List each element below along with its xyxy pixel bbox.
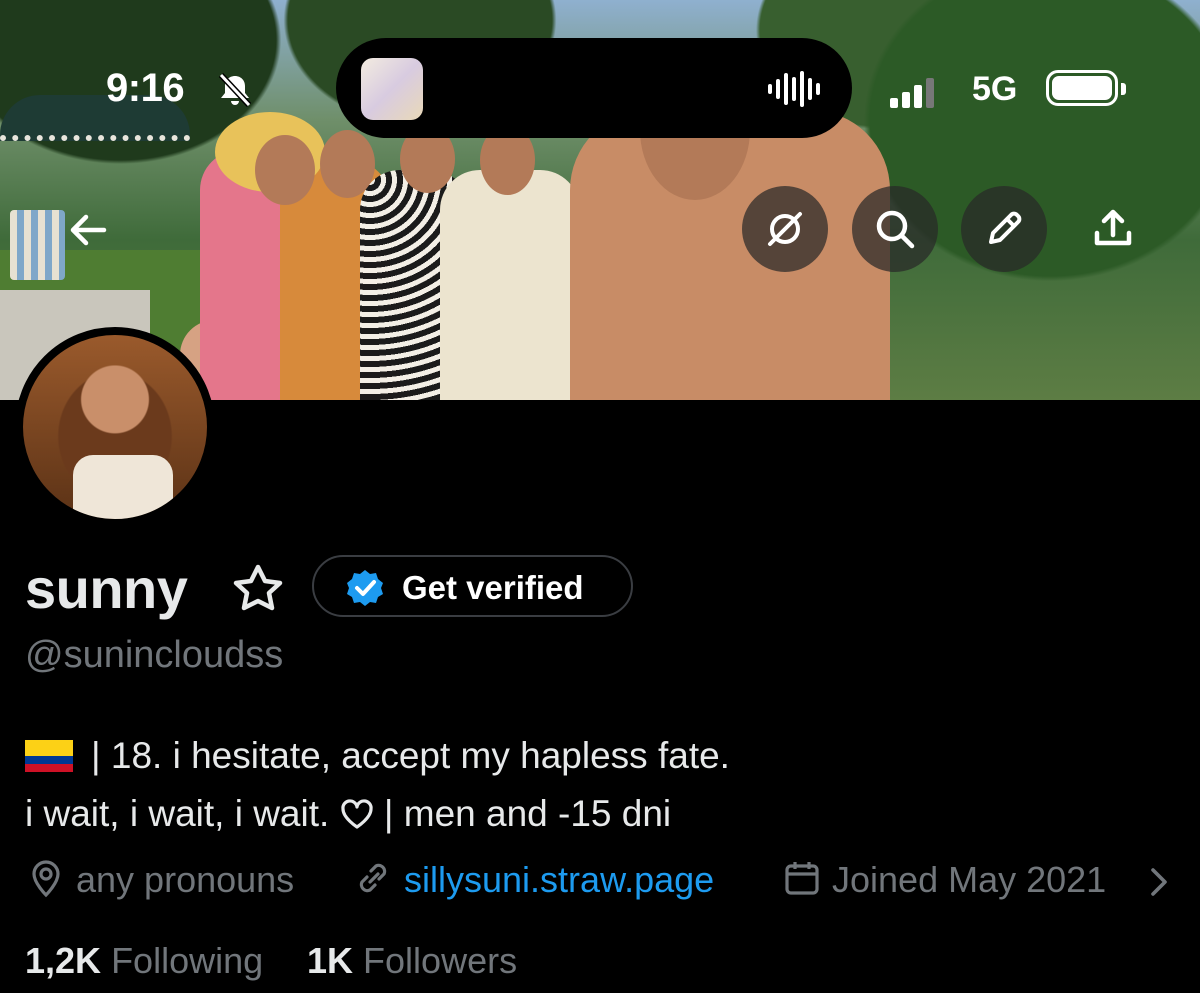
following-count: 1,2K [25,940,102,981]
now-playing-artwork [361,58,423,120]
banner-figure-head [320,130,375,198]
followers-stat[interactable]: 1K Followers [307,940,517,982]
verified-badge-icon [347,570,383,606]
status-time: 9:16 [106,66,185,110]
banner-chair [10,210,65,280]
favorite-star-button[interactable] [230,564,286,614]
grok-icon [768,212,802,246]
username-handle: @sunincloudss [25,634,284,676]
heart-outline-icon [340,799,373,829]
location-info: any pronouns [26,858,294,901]
profile-bio: | 18. i hesitate, accept my hapless fate… [25,727,730,843]
back-button[interactable] [62,204,114,256]
link-icon [359,863,387,893]
search-button[interactable] [852,186,938,272]
arrow-left-icon [70,214,107,246]
display-name: sunny [25,557,188,620]
joined-date: Joined May 2021 [782,858,1106,901]
colombia-flag-icon [25,740,73,772]
waveform-icon [768,71,820,107]
calendar-icon [785,862,819,895]
bio-line-1: | 18. i hesitate, accept my hapless fate… [25,727,730,785]
followers-count: 1K [307,940,354,981]
share-button[interactable] [1070,186,1156,272]
pencil-icon [989,211,1022,244]
following-label: Following [111,940,264,981]
followers-label: Followers [363,940,518,981]
get-verified-button[interactable]: Get verified [312,555,633,617]
search-icon [876,210,915,249]
edit-profile-button[interactable] [961,186,1047,272]
share-icon [1094,209,1132,246]
bio-text-1: | 18. i hesitate, accept my hapless fate… [91,735,730,776]
grok-button[interactable] [742,186,828,272]
battery-tip [1121,83,1126,95]
get-verified-label: Get verified [402,569,584,606]
location-text: any pronouns [76,859,295,900]
banner-figure-head [255,135,315,205]
dynamic-island[interactable] [336,38,852,138]
website-link[interactable]: sillysuni.straw.page [352,858,714,901]
avatar[interactable] [15,327,215,527]
network-type: 5G [972,70,1018,108]
avatar-dress [73,455,173,519]
banner-figure [440,170,580,400]
bell-slash-icon [218,72,252,108]
location-pin-icon [32,860,60,898]
following-stat[interactable]: 1,2K Following [25,940,263,982]
website-text[interactable]: sillysuni.straw.page [404,859,714,900]
bio-line-2: i wait, i wait, i wait. | men and -15 dn… [25,785,730,843]
joined-text: Joined May 2021 [832,859,1107,900]
bio-text-2b: | men and -15 dni [383,793,672,834]
chevron-right-icon[interactable] [1144,864,1172,900]
bio-text-2a: i wait, i wait, i wait. [25,793,330,834]
star-outline-icon [233,564,283,611]
signal-bars-icon [890,78,934,108]
battery-icon [1046,70,1118,106]
